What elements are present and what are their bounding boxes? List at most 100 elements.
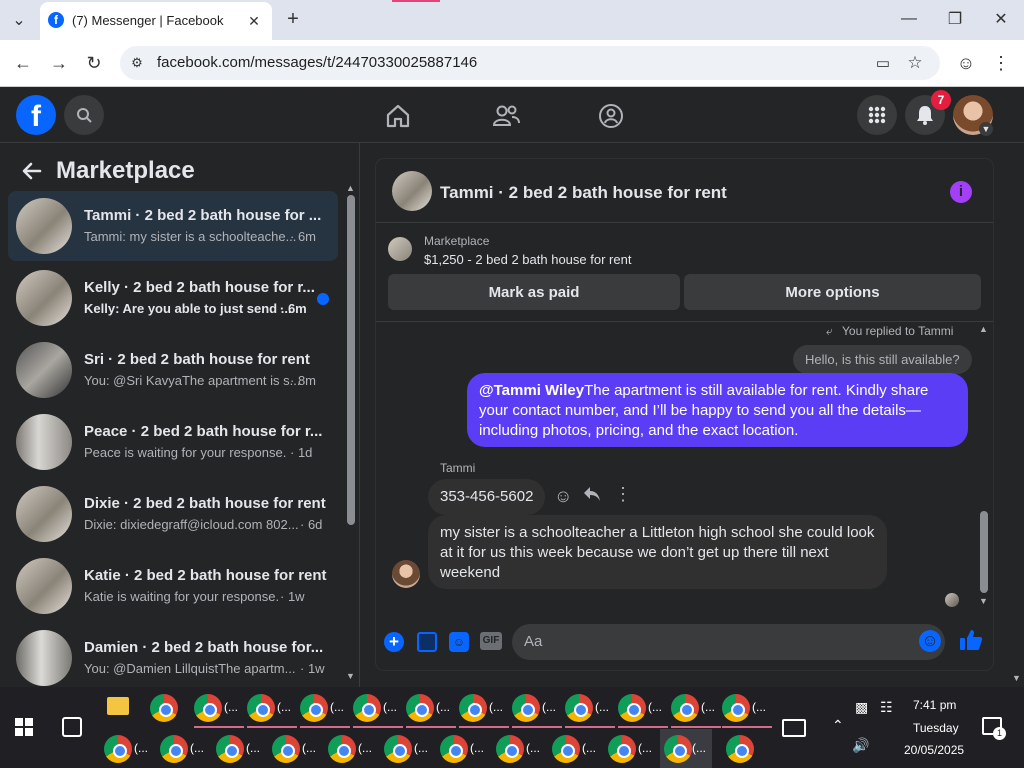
clock-date[interactable]: 20/05/2025 [904, 743, 964, 757]
minimize-icon[interactable]: — [898, 8, 920, 30]
outgoing-message[interactable]: @Tammi WileyThe apartment is still avail… [467, 373, 968, 447]
incoming-message-phone[interactable]: 353-456-5602 [428, 479, 546, 515]
omnibox[interactable]: ⚙ facebook.com/messages/t/24470330025887… [120, 46, 940, 80]
chrome-icon [160, 735, 188, 763]
taskbar-app-chrome-21[interactable]: (... [552, 735, 602, 767]
back-arrow-icon[interactable] [20, 159, 44, 183]
scroll-down-icon[interactable]: ▼ [346, 671, 355, 681]
profile-icon[interactable]: ☺ [955, 52, 977, 74]
thumbs-up-icon[interactable] [959, 629, 985, 653]
taskbar-app-chrome-17[interactable]: (... [328, 735, 378, 767]
url-text[interactable]: facebook.com/messages/t/2447033002588714… [157, 54, 477, 71]
conversation-item-kelly[interactable]: Kelly · 2 bed 2 bath house for r... Kell… [8, 263, 338, 333]
taskbar-app-chrome-5[interactable]: (... [353, 694, 403, 728]
tray-device-icon[interactable]: ▩ [855, 699, 868, 716]
reload-icon[interactable]: ↻ [83, 52, 105, 74]
taskbar-app-chrome-14[interactable]: (... [160, 735, 210, 767]
sidebar-scrollbar[interactable] [347, 195, 355, 525]
taskbar-app-chrome-6[interactable]: (... [406, 694, 456, 728]
react-smiley-icon[interactable]: ☺ [554, 486, 574, 506]
taskbar-app-chrome-16[interactable]: (... [272, 735, 322, 767]
clock-time[interactable]: 7:41 pm [913, 698, 956, 712]
conversation-preview: Katie is waiting for your response. [84, 589, 280, 604]
message-input[interactable]: Aa ☺ [512, 624, 945, 660]
incoming-message-text[interactable]: my sister is a schoolteacher a Littleton… [428, 515, 887, 589]
more-options-button[interactable]: More options [684, 274, 981, 310]
start-windows-icon[interactable] [15, 718, 33, 736]
facebook-logo-icon[interactable]: f [16, 95, 56, 135]
taskbar-app-chrome-15[interactable]: (... [216, 735, 266, 767]
conversation-item-tammi[interactable]: Tammi · 2 bed 2 bath house for ... Tammi… [8, 191, 338, 261]
info-icon[interactable]: i [950, 181, 972, 203]
taskbar-app-chrome-20[interactable]: (... [496, 735, 546, 767]
taskbar-app-chrome-19[interactable]: (... [440, 735, 490, 767]
browser-tab[interactable]: f (7) Messenger | Facebook ✕ [40, 2, 272, 40]
speaker-icon[interactable]: 🔊 [852, 737, 869, 754]
chat-scrollbar[interactable] [980, 511, 988, 593]
bookmark-star-icon[interactable]: ☆ [904, 52, 926, 74]
conversation-item-peace[interactable]: Peace · 2 bed 2 bath house for r... Peac… [8, 407, 338, 477]
new-tab-icon[interactable]: + [282, 8, 304, 30]
friends-icon[interactable] [491, 102, 521, 130]
gallery-icon[interactable] [417, 632, 437, 652]
tray-chevron-up-icon[interactable]: ⌃ [832, 717, 844, 734]
install-app-icon[interactable]: ▭ [872, 52, 894, 74]
taskbar-app-chrome-2[interactable]: (... [194, 694, 244, 728]
quoted-message[interactable]: Hello, is this still available? [793, 345, 972, 374]
taskbar-app-chrome-9[interactable]: (... [565, 694, 615, 728]
add-plus-icon[interactable]: + [384, 632, 404, 652]
taskbar-app-chrome-12[interactable]: (... [722, 694, 772, 728]
groups-icon[interactable] [597, 102, 625, 130]
conversation-item-sri[interactable]: Sri · 2 bed 2 bath house for rent You: @… [8, 335, 338, 405]
taskbar-app-chrome-8[interactable]: (... [512, 694, 562, 728]
taskbar-app-chrome-24[interactable] [726, 735, 756, 767]
conversation-item-katie[interactable]: Katie · 2 bed 2 bath house for rent Kati… [8, 551, 338, 621]
search-icon[interactable] [64, 95, 104, 135]
home-icon[interactable] [384, 102, 412, 130]
tab-search-icon[interactable]: ⌄ [8, 10, 30, 30]
back-icon[interactable]: ← [12, 52, 34, 74]
gif-icon[interactable]: GIF [480, 632, 502, 650]
task-view-icon[interactable] [62, 717, 82, 737]
taskbar-app-chrome-7[interactable]: (... [459, 694, 509, 728]
taskbar-app-chrome-18[interactable]: (... [384, 735, 434, 767]
chat-scroll-down-icon[interactable]: ▼ [979, 596, 988, 606]
clock-day[interactable]: Tuesday [913, 721, 959, 735]
conversation-item-damien[interactable]: Damien · 2 bed 2 bath house for... You: … [8, 623, 338, 693]
taskbar-app-chrome-10[interactable]: (... [618, 694, 668, 728]
taskbar-app-chrome-3[interactable]: (... [247, 694, 297, 728]
scroll-up-icon[interactable]: ▲ [346, 183, 355, 193]
listing-title[interactable]: $1,250 - 2 bed 2 bath house for rent [424, 252, 631, 267]
browser-menu-icon[interactable]: ⋮ [990, 52, 1012, 74]
wifi-icon[interactable]: ☷ [880, 699, 893, 716]
message-mention[interactable]: @Tammi Wiley [479, 382, 584, 399]
sticker-icon[interactable]: ☺ [449, 632, 469, 652]
chat-avatar[interactable] [392, 171, 432, 211]
news-widget-icon[interactable] [782, 719, 806, 737]
file-explorer-icon[interactable] [107, 697, 129, 715]
chrome-icon [384, 735, 412, 763]
taskbar-app-chrome-11[interactable]: (... [671, 694, 721, 728]
taskbar-app-label: (... [330, 700, 344, 714]
sender-avatar[interactable] [392, 560, 420, 588]
taskbar-app-chrome-23-active[interactable]: (... [660, 729, 712, 768]
chat-scroll-up-icon[interactable]: ▲ [979, 324, 988, 334]
taskbar-app-chrome-4[interactable]: (... [300, 694, 350, 728]
emoji-icon[interactable]: ☺ [919, 630, 941, 652]
window-close-icon[interactable]: ✕ [990, 8, 1012, 30]
site-info-icon[interactable]: ⚙ [126, 53, 148, 73]
account-chevron-down-icon[interactable]: ▼ [979, 122, 993, 136]
taskbar-app-chrome-1[interactable] [150, 694, 180, 724]
tab-close-icon[interactable]: ✕ [244, 11, 264, 31]
chat-title[interactable]: Tammi · 2 bed 2 bath house for rent [440, 183, 727, 203]
conversation-item-dixie[interactable]: Dixie · 2 bed 2 bath house for rent Dixi… [8, 479, 338, 549]
menu-grid-icon[interactable] [857, 95, 897, 135]
taskbar-app-chrome-22[interactable]: (... [608, 735, 658, 767]
reply-icon[interactable] [583, 486, 603, 506]
mark-as-paid-button[interactable]: Mark as paid [388, 274, 680, 310]
forward-icon[interactable]: → [48, 52, 70, 74]
restore-icon[interactable]: ❐ [944, 8, 966, 30]
more-actions-icon[interactable]: ⋮ [614, 484, 632, 505]
taskbar-app-chrome-13[interactable]: (... [104, 735, 154, 767]
page-scroll-down-icon[interactable]: ▼ [1012, 673, 1021, 683]
